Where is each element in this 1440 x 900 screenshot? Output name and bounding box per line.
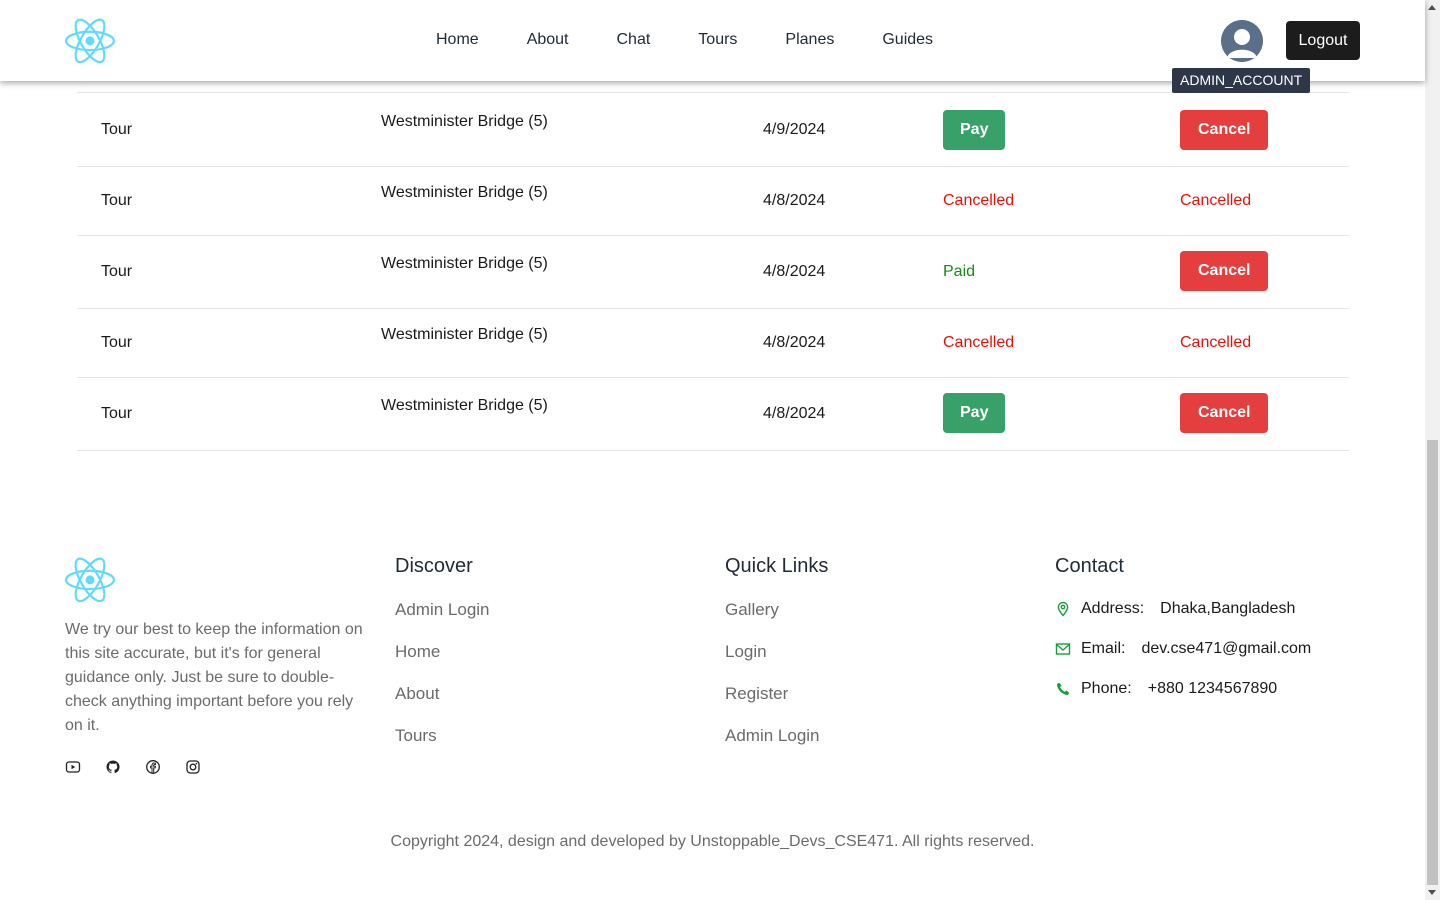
phone-icon bbox=[1057, 682, 1070, 695]
cancel-button[interactable]: Cancel bbox=[1180, 110, 1269, 150]
nav-about[interactable]: About bbox=[527, 30, 569, 50]
pay-button[interactable]: Pay bbox=[943, 110, 1006, 150]
booking-date: 4/8/2024 bbox=[763, 405, 826, 422]
address-value: Dhaka,Bangladesh bbox=[1160, 600, 1296, 617]
booking-type: Tour bbox=[101, 405, 133, 422]
discover-link-admin-login[interactable]: Admin Login bbox=[395, 599, 490, 620]
discover-link-home[interactable]: Home bbox=[395, 641, 490, 662]
react-logo-icon bbox=[65, 557, 115, 603]
table-row: Tour Westminister Bridge (5) 4/8/2024 Ca… bbox=[77, 309, 1349, 378]
booking-place: Westminister Bridge (5) bbox=[381, 113, 548, 130]
status-cancelled: Cancelled bbox=[943, 192, 1015, 209]
scroll-down-arrow-icon[interactable] bbox=[1428, 890, 1436, 895]
user-avatar[interactable] bbox=[1221, 20, 1263, 62]
address-label: Address: bbox=[1081, 600, 1145, 617]
table-row: Tour Westminister Bridge (5) 4/8/2024 Pa… bbox=[77, 378, 1349, 451]
youtube-icon[interactable] bbox=[65, 759, 81, 775]
main-nav: Home About Chat Tours Planes Guides bbox=[436, 30, 981, 50]
nav-chat[interactable]: Chat bbox=[617, 30, 651, 50]
contact-address: Address: Dhaka,Bangladesh bbox=[1055, 599, 1311, 619]
booking-type: Tour bbox=[101, 334, 133, 351]
booking-date: 4/8/2024 bbox=[763, 192, 826, 209]
footer-about-text: We try our best to keep the information … bbox=[65, 621, 363, 734]
location-pin-icon bbox=[1057, 601, 1069, 617]
action-cancelled: Cancelled bbox=[1180, 192, 1252, 209]
logout-button[interactable]: Logout bbox=[1286, 21, 1360, 60]
quick-link-register[interactable]: Register bbox=[725, 683, 828, 704]
booking-place: Westminister Bridge (5) bbox=[381, 397, 548, 414]
quick-link-gallery[interactable]: Gallery bbox=[725, 599, 828, 620]
scroll-thumb[interactable] bbox=[1427, 440, 1438, 885]
avatar-tooltip: ADMIN_ACCOUNT bbox=[1172, 68, 1311, 93]
table-row: Tour Westminister Bridge (5) 4/8/2024 Ca… bbox=[77, 167, 1349, 236]
footer-contact: Contact Address: Dhaka,Bangladesh Email:… bbox=[1055, 554, 1311, 719]
react-logo-icon[interactable] bbox=[65, 17, 115, 65]
booking-place: Westminister Bridge (5) bbox=[381, 184, 548, 201]
quick-link-admin-login[interactable]: Admin Login bbox=[725, 725, 828, 746]
social-links bbox=[65, 759, 225, 775]
contact-phone: Phone: +880 1234567890 bbox=[1055, 679, 1311, 699]
footer-quick-links: Quick Links Gallery Login Register Admin… bbox=[725, 554, 828, 767]
nav-guides[interactable]: Guides bbox=[882, 30, 933, 50]
booking-type: Tour bbox=[101, 121, 133, 138]
instagram-icon[interactable] bbox=[185, 759, 201, 775]
contact-email: Email: dev.cse471@gmail.com bbox=[1055, 639, 1311, 659]
cancel-button[interactable]: Cancel bbox=[1180, 393, 1269, 433]
github-icon[interactable] bbox=[105, 759, 121, 775]
status-paid: Paid bbox=[943, 263, 976, 280]
table-row: Tour Westminister Bridge (5) 4/8/2024 Pa… bbox=[77, 236, 1349, 309]
booking-date: 4/9/2024 bbox=[763, 121, 826, 138]
phone-label: Phone: bbox=[1081, 680, 1132, 697]
action-cancelled: Cancelled bbox=[1180, 334, 1252, 351]
cancel-button[interactable]: Cancel bbox=[1180, 251, 1269, 291]
booking-place: Westminister Bridge (5) bbox=[381, 326, 548, 343]
footer-discover: Discover Admin Login Home About Tours bbox=[395, 554, 490, 767]
facebook-icon[interactable] bbox=[145, 759, 161, 775]
table-row: Tour Westminister Bridge (5) 4/9/2024 Pa… bbox=[77, 94, 1349, 167]
phone-value: +880 1234567890 bbox=[1147, 680, 1278, 697]
booking-type: Tour bbox=[101, 263, 133, 280]
mail-icon bbox=[1055, 643, 1071, 655]
copyright-text: Copyright 2024, design and developed by … bbox=[390, 833, 1035, 850]
nav-home[interactable]: Home bbox=[436, 30, 479, 50]
booking-place: Westminister Bridge (5) bbox=[381, 255, 548, 272]
discover-heading: Discover bbox=[395, 555, 473, 577]
nav-planes[interactable]: Planes bbox=[785, 30, 834, 50]
quick-links-heading: Quick Links bbox=[725, 555, 829, 577]
status-cancelled: Cancelled bbox=[943, 334, 1015, 351]
user-avatar-icon bbox=[1221, 20, 1263, 62]
nav-tours[interactable]: Tours bbox=[698, 30, 737, 50]
email-value: dev.cse471@gmail.com bbox=[1141, 640, 1312, 657]
booking-date: 4/8/2024 bbox=[763, 334, 826, 351]
discover-link-tours[interactable]: Tours bbox=[395, 725, 490, 746]
quick-link-login[interactable]: Login bbox=[725, 641, 828, 662]
scroll-up-arrow-icon[interactable] bbox=[1428, 5, 1436, 10]
booking-type: Tour bbox=[101, 192, 133, 209]
email-label: Email: bbox=[1081, 640, 1126, 657]
contact-heading: Contact bbox=[1055, 555, 1124, 577]
booking-date: 4/8/2024 bbox=[763, 263, 826, 280]
pay-button[interactable]: Pay bbox=[943, 393, 1006, 433]
discover-link-about[interactable]: About bbox=[395, 683, 490, 704]
vertical-scrollbar[interactable] bbox=[1425, 0, 1440, 900]
